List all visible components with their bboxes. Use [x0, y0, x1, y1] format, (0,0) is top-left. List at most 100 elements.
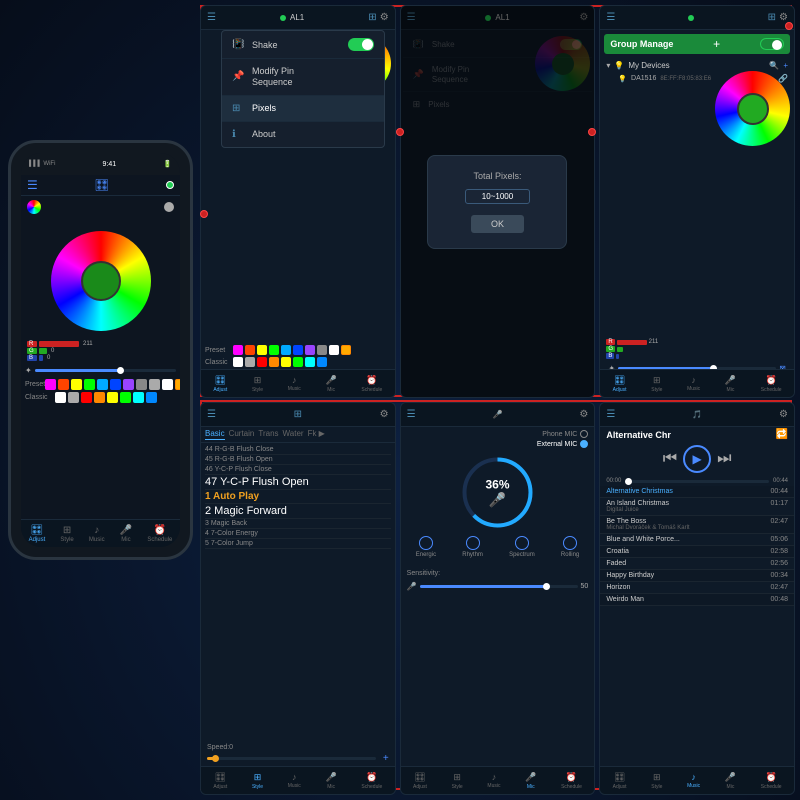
- music-item-46[interactable]: 46 Y-C-P Flush Close: [205, 465, 391, 475]
- p1-sw10[interactable]: [341, 345, 351, 355]
- panel5-settings-icon[interactable]: ⚙: [579, 409, 588, 420]
- playlist-item-9[interactable]: Weirdo Man 00:48: [600, 594, 794, 606]
- tab-curtain[interactable]: Curtain: [229, 429, 255, 440]
- prev-button[interactable]: ⏮: [663, 450, 677, 468]
- music-item-47[interactable]: 47 Y-C-P Flush Open: [205, 475, 391, 490]
- add-device-icon[interactable]: +: [783, 61, 788, 70]
- color-wheel-section[interactable]: [21, 223, 180, 339]
- rolling-circle[interactable]: [563, 536, 577, 550]
- p3-nav-music[interactable]: ♪ Music: [687, 375, 700, 392]
- playlist-item-5[interactable]: Croatia 02:58: [600, 546, 794, 558]
- c1-sw3[interactable]: [257, 357, 267, 367]
- p4-nav-style[interactable]: ⊞ Style: [252, 772, 263, 790]
- playlist-item-1[interactable]: Alternative Christmas 00:44: [600, 486, 794, 498]
- p4-nav-music[interactable]: ♪ Music: [288, 772, 301, 789]
- play-pause-button[interactable]: ▶: [683, 445, 711, 473]
- group-toggle[interactable]: [760, 38, 784, 50]
- p5-nav-music[interactable]: ♪ Music: [487, 772, 500, 789]
- music-item-5[interactable]: 5 7-Color Jump: [205, 539, 391, 549]
- swatch-7[interactable]: [123, 379, 134, 390]
- time-thumb[interactable]: [625, 478, 632, 485]
- music-item-45[interactable]: 45 R-G-B Flush Open: [205, 455, 391, 465]
- energic-circle[interactable]: [419, 536, 433, 550]
- p6-nav-mic[interactable]: 🎤 Mic: [725, 772, 736, 790]
- panel3-grid-icon[interactable]: ⊞: [768, 12, 776, 23]
- brightness-track[interactable]: [35, 369, 176, 372]
- phone-mic-radio[interactable]: [580, 430, 588, 438]
- p5-nav-style[interactable]: ⊞ Style: [452, 772, 463, 790]
- tab-water[interactable]: Water: [283, 429, 304, 440]
- nav-schedule[interactable]: ⏰ Schedule: [147, 525, 172, 543]
- p1-sw2[interactable]: [245, 345, 255, 355]
- panel6-settings-icon[interactable]: ⚙: [779, 409, 788, 420]
- tab-basic[interactable]: Basic: [205, 429, 225, 440]
- swatch-8[interactable]: [136, 379, 147, 390]
- tune-icon[interactable]: 🎛: [94, 178, 109, 192]
- sensitivity-track[interactable]: [420, 585, 578, 588]
- music-item-1[interactable]: 1 Auto Play: [205, 490, 391, 504]
- panel1-settings-icon[interactable]: ⚙: [380, 12, 389, 23]
- p3-nav-style[interactable]: ⊞ Style: [651, 375, 662, 393]
- classic-swatch-5[interactable]: [107, 392, 118, 403]
- p1-nav-style[interactable]: ⊞ Style: [252, 375, 263, 393]
- c1-sw7[interactable]: [305, 357, 315, 367]
- playlist-item-7[interactable]: Happy Birthday 00:34: [600, 570, 794, 582]
- p4-nav-adjust[interactable]: 🎛 Adjust: [213, 772, 227, 790]
- playlist-item-2[interactable]: An Island Christmas Digital Juice 01:17: [600, 498, 794, 516]
- swatch-5[interactable]: [97, 379, 108, 390]
- modify-pin-menu-item[interactable]: 📌 Modify PinSequence: [222, 59, 384, 96]
- swatch-6[interactable]: [110, 379, 121, 390]
- about-menu-item[interactable]: ℹ About: [222, 122, 384, 147]
- p1-sw6[interactable]: [293, 345, 303, 355]
- classic-swatch-8[interactable]: [146, 392, 157, 403]
- p1-sw5[interactable]: [281, 345, 291, 355]
- panel1-grid-icon[interactable]: ⊞: [368, 12, 376, 23]
- nav-adjust[interactable]: 🎛 Adjust: [29, 525, 46, 543]
- sensitivity-thumb[interactable]: [543, 583, 550, 590]
- group-manage-plus[interactable]: +: [713, 37, 720, 51]
- swatch-4[interactable]: [84, 379, 95, 390]
- panel6-menu-icon[interactable]: ☰: [606, 409, 615, 420]
- classic-swatch-7[interactable]: [133, 392, 144, 403]
- p4-nav-schedule[interactable]: ⏰ Schedule: [361, 772, 382, 790]
- color-wheel[interactable]: [51, 231, 151, 331]
- nav-mic[interactable]: 🎤 Mic: [120, 525, 132, 543]
- p1-sw7[interactable]: [305, 345, 315, 355]
- search-icon[interactable]: 🔍: [769, 61, 779, 70]
- p3-nav-mic[interactable]: 🎤 Mic: [725, 375, 736, 393]
- swatch-active[interactable]: [175, 379, 180, 390]
- panel1-menu-icon[interactable]: ☰: [207, 12, 216, 23]
- p1-sw4[interactable]: [269, 345, 279, 355]
- speed-thumb[interactable]: [212, 755, 219, 762]
- music-item-44[interactable]: 44 R-G-B Flush Close: [205, 445, 391, 455]
- classic-swatch-6[interactable]: [120, 392, 131, 403]
- swatch-9[interactable]: [149, 379, 160, 390]
- panel4-menu-icon[interactable]: ☰: [207, 409, 216, 420]
- c1-sw8[interactable]: [317, 357, 327, 367]
- panel4-grid-icon[interactable]: ⊞: [294, 409, 302, 420]
- rolling-option[interactable]: Rolling: [561, 536, 579, 558]
- c1-sw1[interactable]: [233, 357, 243, 367]
- panel3-menu-icon[interactable]: ☰: [606, 12, 615, 23]
- panel3-color-wheel[interactable]: [715, 71, 790, 146]
- pixels-input[interactable]: [465, 189, 530, 204]
- panel5-menu-icon[interactable]: ☰: [407, 409, 416, 420]
- p6-nav-style[interactable]: ⊞ Style: [651, 772, 662, 790]
- p6-nav-adjust[interactable]: 🎛 Adjust: [613, 772, 627, 790]
- music-item-2[interactable]: 2 Magic Forward: [205, 504, 391, 519]
- repeat-icon[interactable]: 🔁: [776, 429, 788, 440]
- nav-style[interactable]: ⊞ Style: [60, 525, 73, 543]
- spectrum-option[interactable]: Spectrum: [509, 536, 535, 558]
- brightness-thumb[interactable]: [117, 367, 124, 374]
- classic-swatch-3[interactable]: [81, 392, 92, 403]
- p1-sw1[interactable]: [233, 345, 243, 355]
- p1-sw8[interactable]: [317, 345, 327, 355]
- c1-sw5[interactable]: [281, 357, 291, 367]
- tab-fk[interactable]: Fk ▶: [308, 429, 325, 440]
- music-item-3[interactable]: 3 Magic Back: [205, 519, 391, 529]
- p6-nav-music[interactable]: ♪ Music: [687, 772, 700, 789]
- p1-sw9[interactable]: [329, 345, 339, 355]
- ok-button[interactable]: OK: [471, 215, 524, 233]
- expand-icon[interactable]: ▾: [606, 61, 610, 70]
- swatch-10[interactable]: [162, 379, 173, 390]
